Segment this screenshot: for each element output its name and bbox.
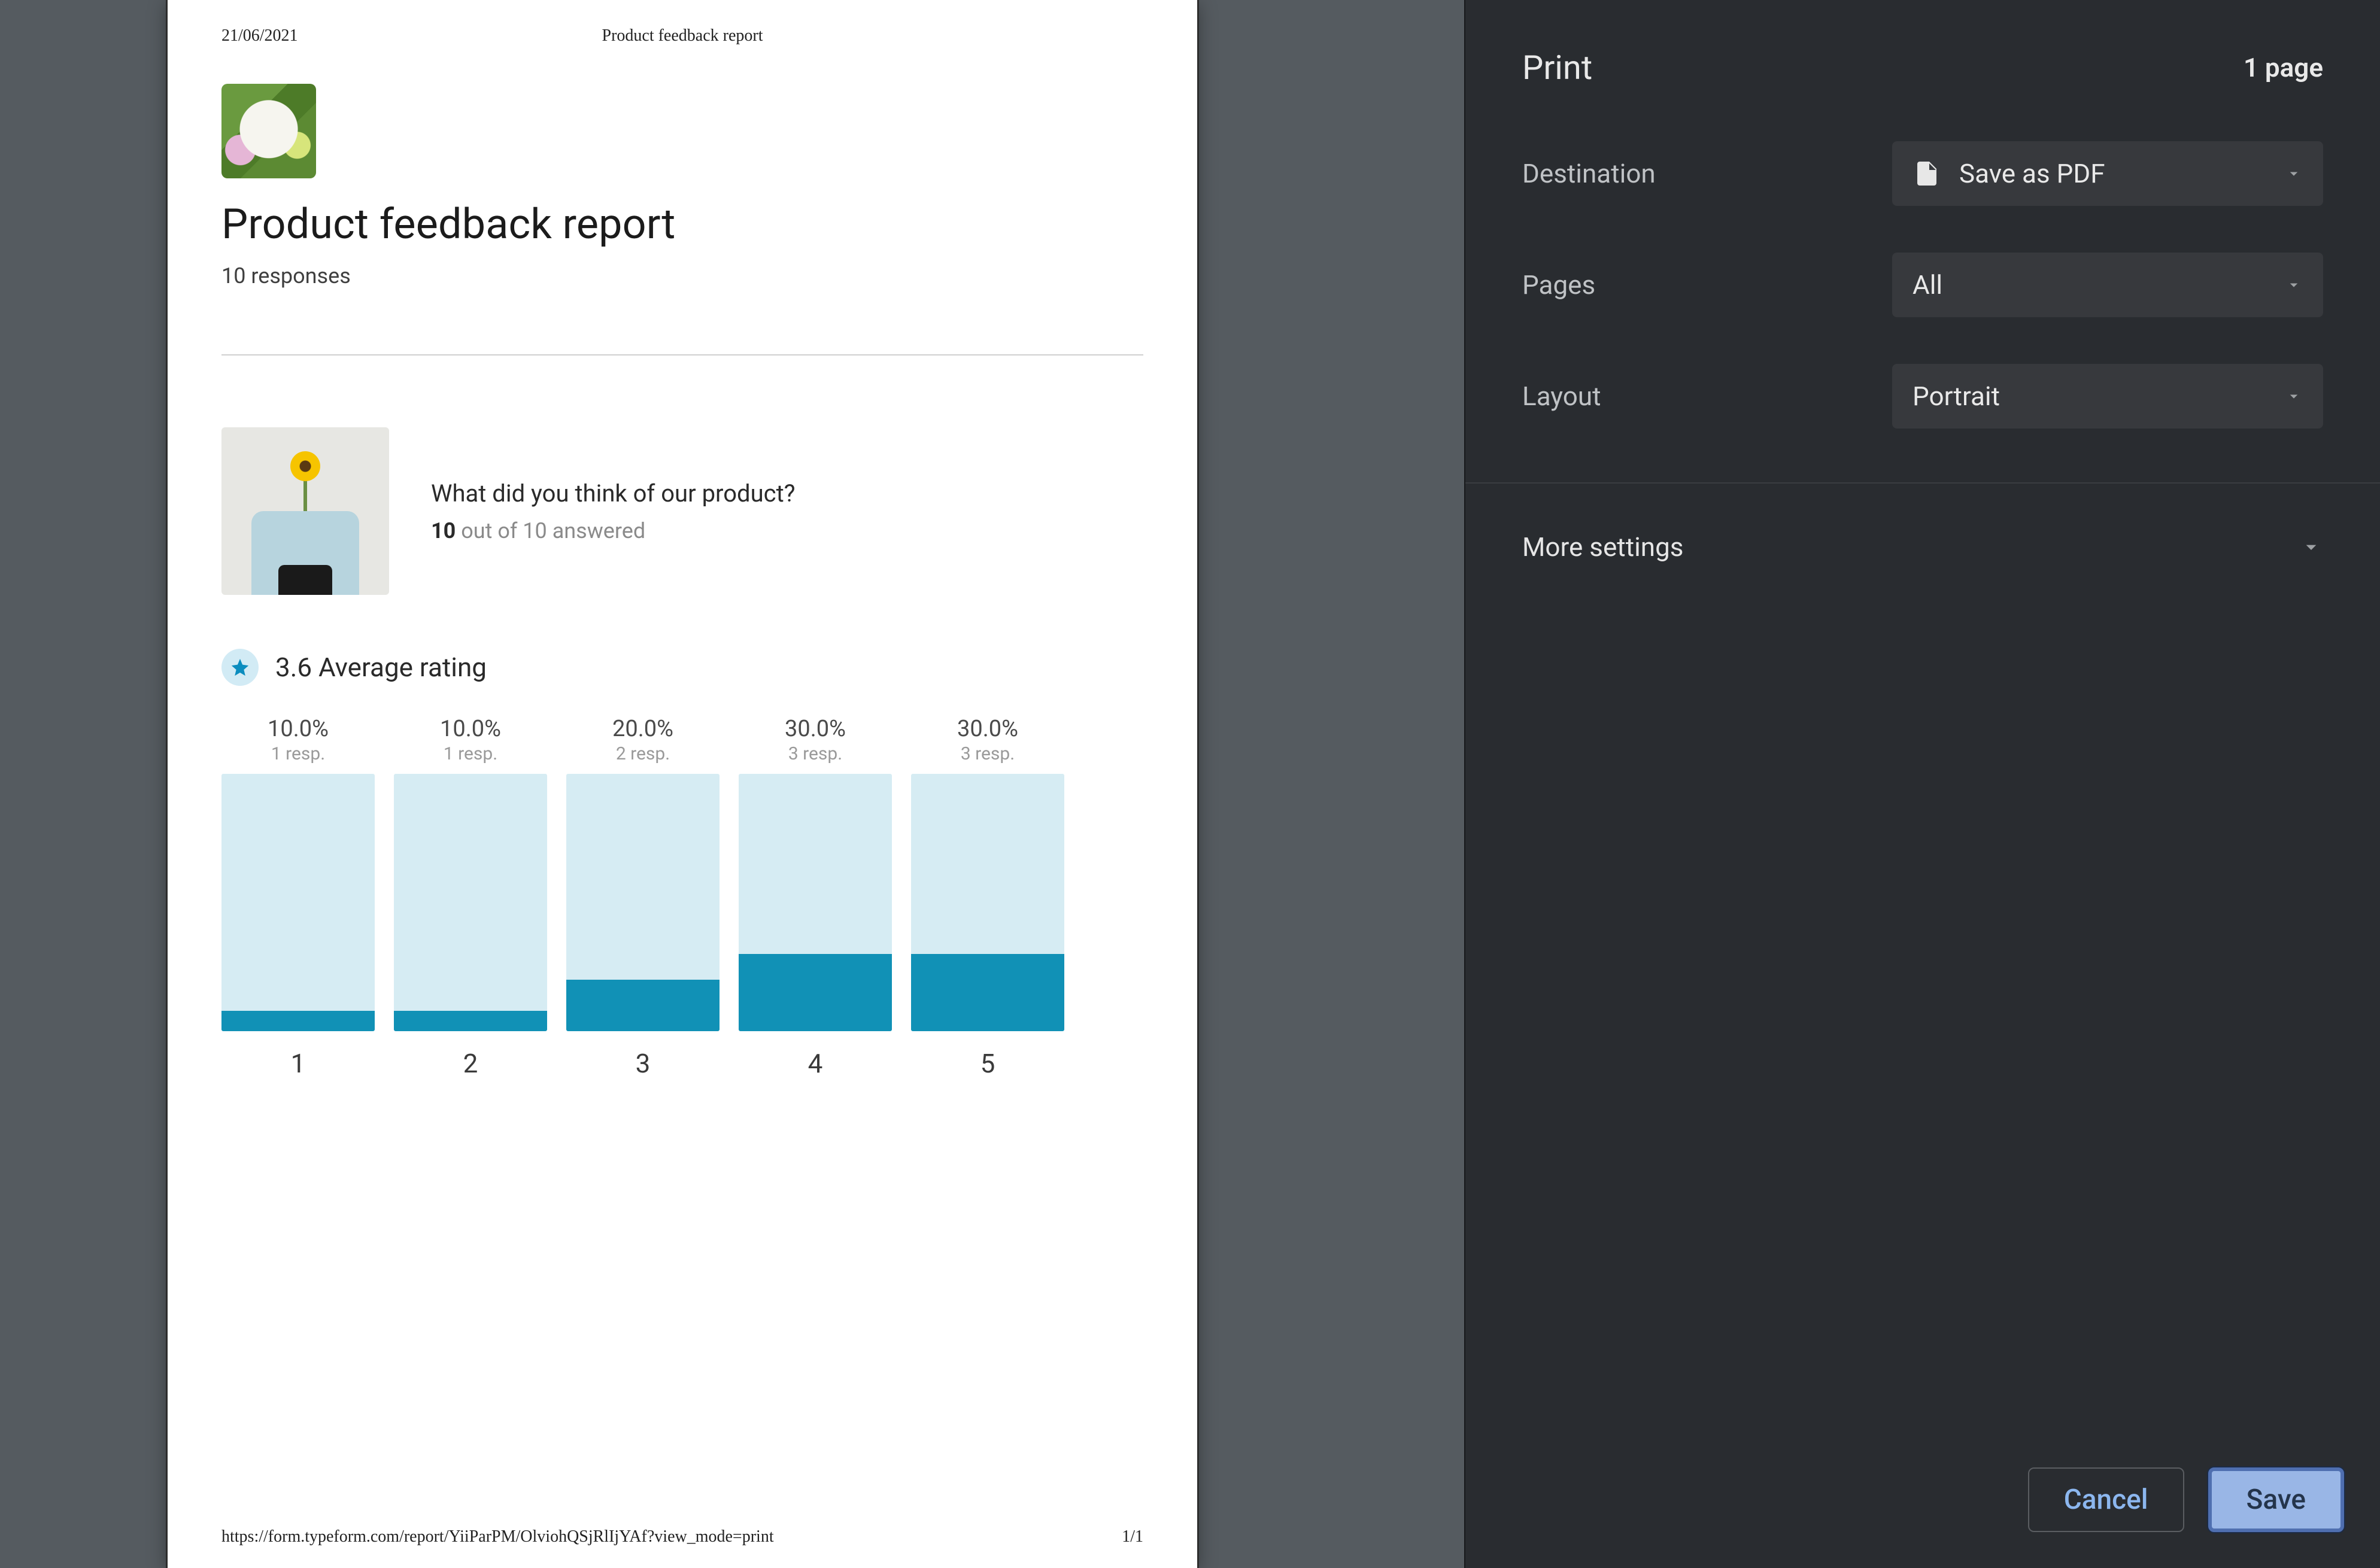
- average-rating-text: 3.6 Average rating: [275, 652, 487, 683]
- page-count: 1 page: [2244, 52, 2323, 83]
- bar-label: 1: [291, 1048, 306, 1079]
- more-settings-toggle[interactable]: More settings: [1465, 484, 2380, 610]
- footer-url: https://form.typeform.com/report/YiiParP…: [221, 1527, 774, 1546]
- bar-col: 10.0%1 resp. 1: [221, 716, 375, 1079]
- chevron-down-icon: [2285, 158, 2303, 189]
- average-rating-row: 3.6 Average rating: [221, 649, 1143, 686]
- bar-percent: 10.0%: [268, 716, 329, 742]
- destination-value: Save as PDF: [1959, 158, 2105, 189]
- section-divider: [221, 354, 1143, 355]
- answered-count: 10: [431, 518, 456, 543]
- bar-label: 3: [636, 1048, 651, 1079]
- print-sidebar: Print 1 page Destination Save as PDF Pag…: [1464, 0, 2380, 1568]
- bar-label: 4: [808, 1048, 823, 1079]
- bar-label: 2: [463, 1048, 478, 1079]
- chevron-down-icon: [2285, 381, 2303, 412]
- bar-resp-count: 3 resp.: [957, 743, 1018, 764]
- print-preview-pane: 21/06/2021 Product feedback report Produ…: [0, 0, 1464, 1568]
- layout-value: Portrait: [1912, 381, 2000, 412]
- report-title: Product feedback report: [221, 200, 1143, 249]
- star-icon: [221, 649, 259, 686]
- answered-rest: out of 10 answered: [456, 518, 645, 543]
- bar-track: [394, 774, 547, 1031]
- bar-label: 5: [980, 1048, 995, 1079]
- bar-resp-count: 1 resp.: [440, 743, 501, 764]
- pages-value: All: [1912, 269, 1942, 300]
- layout-label: Layout: [1522, 381, 1601, 412]
- bar-col: 30.0%3 resp. 5: [911, 716, 1064, 1079]
- bar-fill: [394, 1011, 547, 1031]
- save-button[interactable]: Save: [2208, 1467, 2344, 1532]
- chevron-down-icon: [2299, 535, 2323, 559]
- question-image: [221, 427, 389, 595]
- bar-col: 20.0%2 resp. 3: [566, 716, 720, 1079]
- responses-count: 10 responses: [221, 263, 1143, 288]
- rating-bar-chart: 10.0%1 resp.110.0%1 resp.220.0%2 resp.33…: [221, 716, 1143, 1079]
- layout-select[interactable]: Portrait: [1892, 364, 2323, 429]
- bar-percent: 10.0%: [440, 716, 501, 742]
- bar-percent: 20.0%: [612, 716, 673, 742]
- bar-resp-count: 2 resp.: [612, 743, 673, 764]
- bar-percent: 30.0%: [957, 716, 1018, 742]
- bar-percent: 30.0%: [785, 716, 846, 742]
- more-settings-label: More settings: [1522, 531, 1684, 563]
- question-block: What did you think of our product? 10 ou…: [221, 427, 1143, 595]
- bar-track: [739, 774, 892, 1031]
- report-logo: [221, 84, 316, 178]
- bar-col: 30.0%3 resp. 4: [739, 716, 892, 1079]
- bar-track: [911, 774, 1064, 1031]
- bar-track: [566, 774, 720, 1031]
- dialog-buttons: Cancel Save: [1465, 1467, 2380, 1568]
- page-footer: https://form.typeform.com/report/YiiParP…: [168, 1527, 1197, 1546]
- answered-line: 10 out of 10 answered: [431, 518, 796, 543]
- cancel-button[interactable]: Cancel: [2028, 1467, 2184, 1532]
- bar-fill: [566, 980, 720, 1031]
- bar-track: [221, 774, 375, 1031]
- bar-resp-count: 1 resp.: [268, 743, 329, 764]
- destination-label: Destination: [1522, 158, 1656, 189]
- chevron-down-icon: [2285, 269, 2303, 300]
- bar-resp-count: 3 resp.: [785, 743, 846, 764]
- bar-fill: [739, 954, 892, 1031]
- page-header: 21/06/2021 Product feedback report: [168, 26, 1197, 45]
- pages-select[interactable]: All: [1892, 253, 2323, 317]
- sidebar-title: Print: [1522, 48, 1592, 87]
- footer-page-number: 1/1: [1122, 1527, 1143, 1546]
- bar-fill: [911, 954, 1064, 1031]
- header-title: Product feedback report: [168, 26, 1197, 45]
- pages-label: Pages: [1522, 269, 1595, 300]
- preview-page: 21/06/2021 Product feedback report Produ…: [168, 0, 1197, 1568]
- question-text: What did you think of our product?: [431, 479, 796, 508]
- pdf-icon: [1912, 159, 1941, 188]
- bar-fill: [221, 1011, 375, 1031]
- destination-select[interactable]: Save as PDF: [1892, 141, 2323, 206]
- bar-col: 10.0%1 resp. 2: [394, 716, 547, 1079]
